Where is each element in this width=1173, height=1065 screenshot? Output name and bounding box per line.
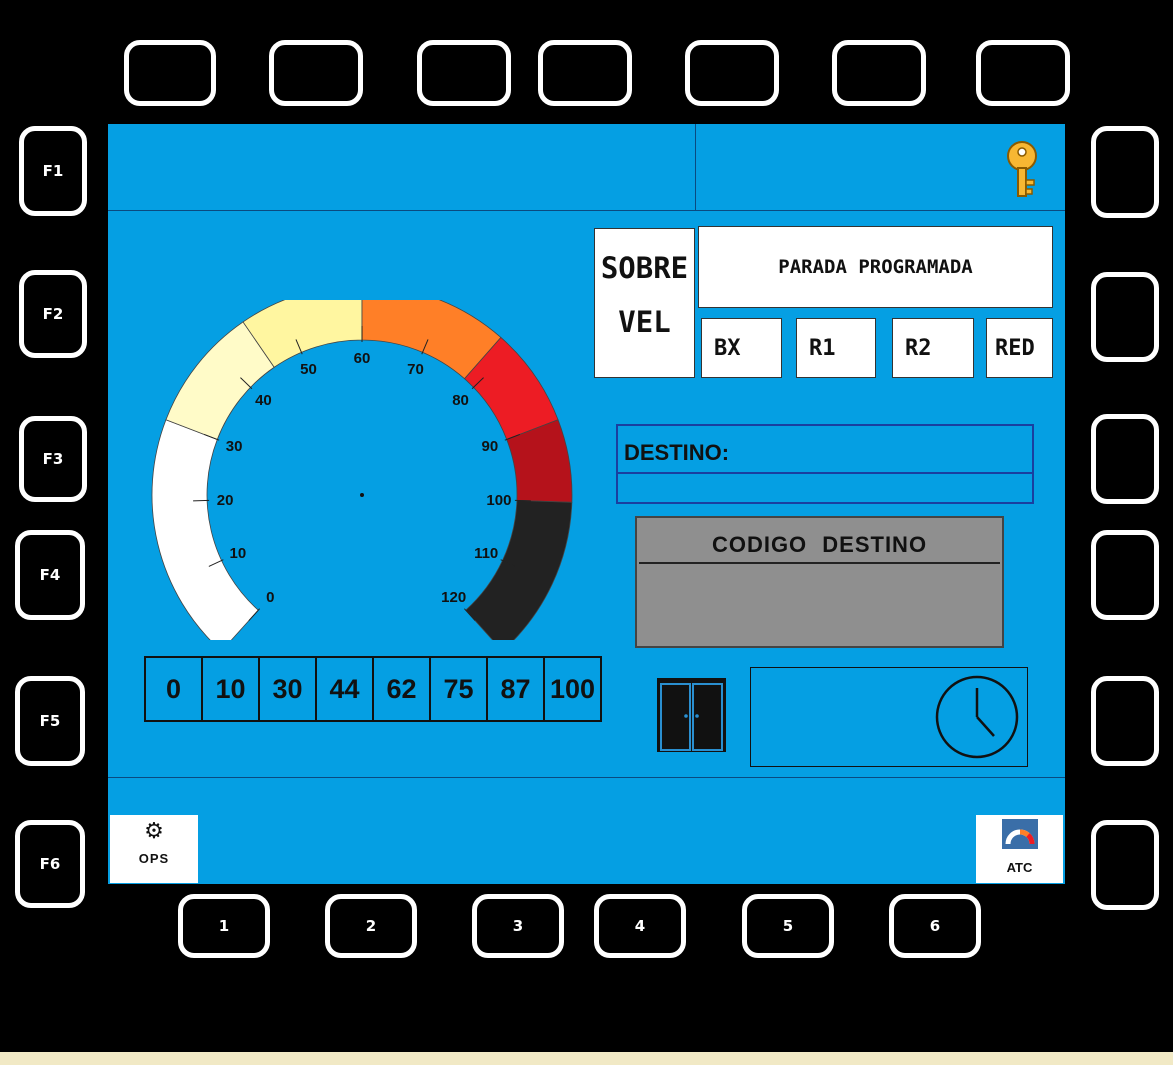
clock-icon bbox=[935, 675, 1019, 759]
bottom-key-2[interactable]: 2 bbox=[325, 894, 417, 958]
bottom-key-5[interactable]: 5 bbox=[742, 894, 834, 958]
speed-scale-cell: 0 bbox=[146, 658, 203, 720]
atc-label: ATC bbox=[1006, 860, 1033, 875]
top-key-4[interactable] bbox=[538, 40, 632, 106]
top-key-3[interactable] bbox=[417, 40, 511, 106]
mode-r1[interactable]: R1 bbox=[796, 318, 876, 378]
gauge-tick-label: 10 bbox=[229, 545, 246, 562]
destination-divider bbox=[618, 472, 1032, 474]
key-icon bbox=[1007, 141, 1037, 197]
gauge-zone bbox=[465, 499, 573, 640]
f6-key[interactable]: F6 bbox=[15, 820, 85, 908]
overspeed-line1: SOBRE bbox=[600, 251, 689, 285]
speed-scale-cell: 62 bbox=[374, 658, 431, 720]
header-divider bbox=[108, 210, 1065, 211]
gauge-tick-label: 80 bbox=[452, 392, 469, 409]
speed-scale-cell: 75 bbox=[431, 658, 488, 720]
bottom-key-4[interactable]: 4 bbox=[594, 894, 686, 958]
gauge-tick-label: 40 bbox=[255, 392, 272, 409]
gauge-center bbox=[360, 493, 364, 497]
bottom-key-3[interactable]: 3 bbox=[472, 894, 564, 958]
gauge-tick-label: 20 bbox=[217, 492, 234, 509]
bottom-strip bbox=[0, 1052, 1173, 1065]
speed-scale-cell: 100 bbox=[549, 673, 596, 704]
destination-label: DESTINO: bbox=[624, 440, 730, 465]
speed-scale-cell: 44 bbox=[317, 658, 374, 720]
top-key-6[interactable] bbox=[832, 40, 926, 106]
bottom-key-6[interactable]: 6 bbox=[889, 894, 981, 958]
atc-button[interactable]: ATC bbox=[976, 815, 1063, 883]
overspeed-line2: VEL bbox=[618, 305, 671, 339]
destination-panel: DESTINO: bbox=[616, 424, 1034, 504]
destination-code-label: CODIGO DESTINO bbox=[711, 532, 928, 557]
ops-button[interactable]: ⚙ OPS bbox=[110, 815, 198, 883]
bottom-key-1[interactable]: 1 bbox=[178, 894, 270, 958]
right-key-6[interactable] bbox=[1091, 820, 1159, 910]
speed-scale-cell: 30 bbox=[260, 658, 317, 720]
right-key-5[interactable] bbox=[1091, 676, 1159, 766]
f4-key[interactable]: F4 bbox=[15, 530, 85, 620]
gauge-tick-label: 120 bbox=[441, 589, 466, 606]
mode-r2[interactable]: R2 bbox=[892, 318, 974, 378]
gear-icon: ⚙ bbox=[144, 819, 164, 844]
gauge-tick bbox=[514, 499, 531, 502]
f2-key[interactable]: F2 bbox=[19, 270, 87, 358]
footer-divider bbox=[108, 777, 1065, 778]
top-key-1[interactable] bbox=[124, 40, 216, 106]
right-key-4[interactable] bbox=[1091, 530, 1159, 620]
gauge-tick-label: 90 bbox=[482, 438, 499, 455]
speed-scale-table: 0 10 30 44 62 75 87 100 bbox=[144, 656, 602, 722]
mode-red[interactable]: RED bbox=[986, 318, 1053, 378]
overspeed-indicator: SOBRE VEL bbox=[594, 228, 695, 378]
scheduled-stop-indicator: PARADA PROGRAMADA bbox=[698, 226, 1053, 308]
speedometer-gauge: 0 10 20 30 40 50 60 70 80 90 100 110 120 bbox=[151, 300, 573, 640]
destination-code-panel[interactable]: CODIGO DESTINO bbox=[635, 516, 1004, 648]
header-split bbox=[695, 124, 696, 210]
destination-code-divider bbox=[639, 562, 1000, 564]
top-key-7[interactable] bbox=[976, 40, 1070, 106]
gauge-icon bbox=[1002, 819, 1038, 849]
gauge-tick-label: 60 bbox=[354, 350, 371, 367]
right-key-2[interactable] bbox=[1091, 272, 1159, 362]
door-icon bbox=[657, 678, 726, 752]
gauge-tick bbox=[193, 499, 210, 502]
right-key-3[interactable] bbox=[1091, 414, 1159, 504]
ops-label: OPS bbox=[138, 851, 170, 866]
gauge-tick-label: 70 bbox=[407, 361, 424, 378]
top-key-5[interactable] bbox=[685, 40, 779, 106]
mode-bx[interactable]: BX bbox=[701, 318, 782, 378]
f3-key[interactable]: F3 bbox=[19, 416, 87, 502]
f1-key[interactable]: F1 bbox=[19, 126, 87, 216]
gauge-tick-label: 110 bbox=[474, 545, 498, 562]
gauge-tick-label: 0 bbox=[266, 589, 274, 606]
gauge-tick-label: 30 bbox=[226, 438, 243, 455]
right-key-1[interactable] bbox=[1091, 126, 1159, 218]
gauge-tick-label: 50 bbox=[300, 361, 317, 378]
speed-scale-cell: 87 bbox=[488, 658, 545, 720]
speed-scale-cell: 10 bbox=[203, 658, 260, 720]
gauge-tick-label: 100 bbox=[486, 492, 511, 509]
f5-key[interactable]: F5 bbox=[15, 676, 85, 766]
top-key-2[interactable] bbox=[269, 40, 363, 106]
